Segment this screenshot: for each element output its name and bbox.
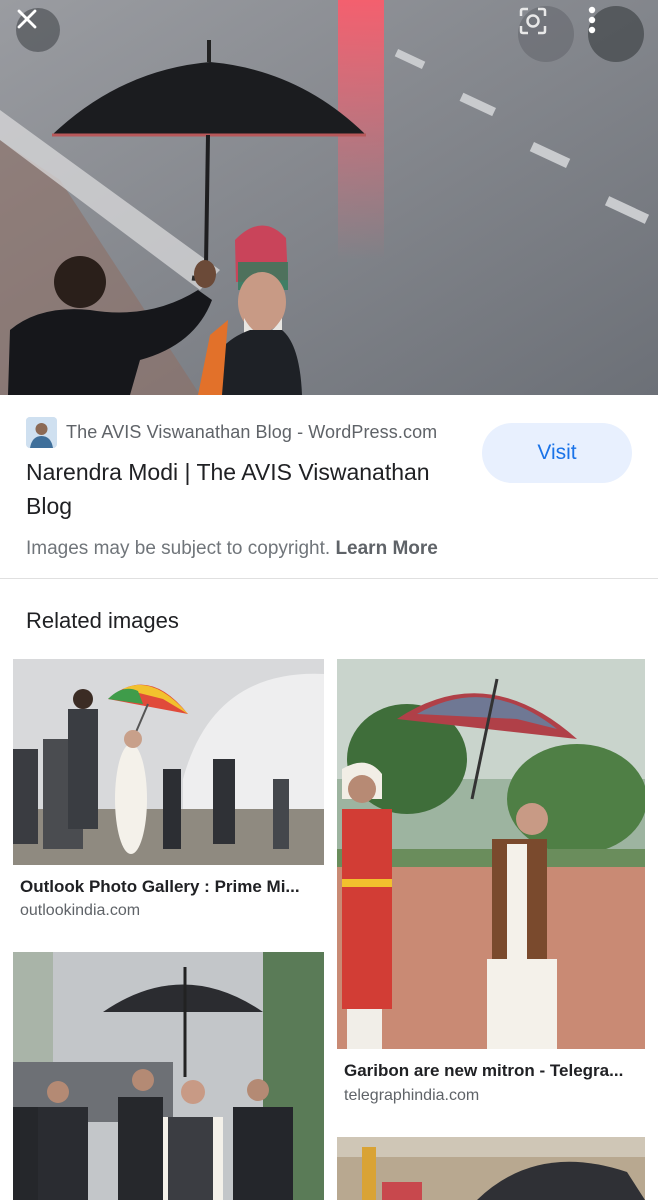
more-vert-icon bbox=[588, 6, 596, 34]
related-image-card[interactable]: Garibon are new mitron - Telegra... tele… bbox=[337, 659, 645, 1114]
related-image-thumbnail bbox=[337, 1137, 645, 1200]
source-name: The AVIS Viswanathan Blog - WordPress.co… bbox=[66, 422, 438, 442]
related-image-card[interactable] bbox=[13, 952, 324, 1200]
site-favicon bbox=[26, 417, 57, 448]
copyright-text: Images may be subject to copyright. bbox=[26, 538, 331, 559]
related-image-title: Outlook Photo Gallery : Prime Mi... bbox=[20, 877, 300, 896]
related-image-card[interactable]: Outlook Photo Gallery : Prime Mi... outl… bbox=[13, 659, 324, 929]
lens-button[interactable] bbox=[518, 6, 574, 62]
visit-button[interactable]: Visit bbox=[482, 423, 632, 483]
copyright-notice: Images may be subject to copyright. Lear… bbox=[26, 538, 438, 560]
result-title[interactable]: Narendra Modi | The AVIS Viswanathan Blo… bbox=[26, 455, 466, 523]
close-button[interactable] bbox=[16, 8, 60, 52]
related-image-thumbnail bbox=[13, 952, 324, 1200]
result-info: The AVIS Viswanathan Blog - WordPress.co… bbox=[0, 395, 658, 579]
related-image-card[interactable] bbox=[337, 1137, 645, 1200]
main-image-art bbox=[0, 0, 658, 395]
more-options-button[interactable] bbox=[588, 6, 644, 62]
related-image-domain: telegraphindia.com bbox=[344, 1087, 480, 1104]
related-images-heading: Related images bbox=[26, 608, 179, 633]
learn-more-link[interactable]: Learn More bbox=[335, 538, 437, 559]
source-row[interactable]: The AVIS Viswanathan Blog - WordPress.co… bbox=[26, 417, 437, 448]
main-image[interactable] bbox=[0, 0, 658, 395]
related-image-title: Garibon are new mitron - Telegra... bbox=[344, 1061, 624, 1080]
lens-icon bbox=[519, 7, 547, 35]
related-image-thumbnail bbox=[337, 659, 645, 1049]
related-image-thumbnail bbox=[13, 659, 324, 865]
related-image-domain: outlookindia.com bbox=[20, 902, 141, 919]
close-icon bbox=[17, 9, 37, 29]
